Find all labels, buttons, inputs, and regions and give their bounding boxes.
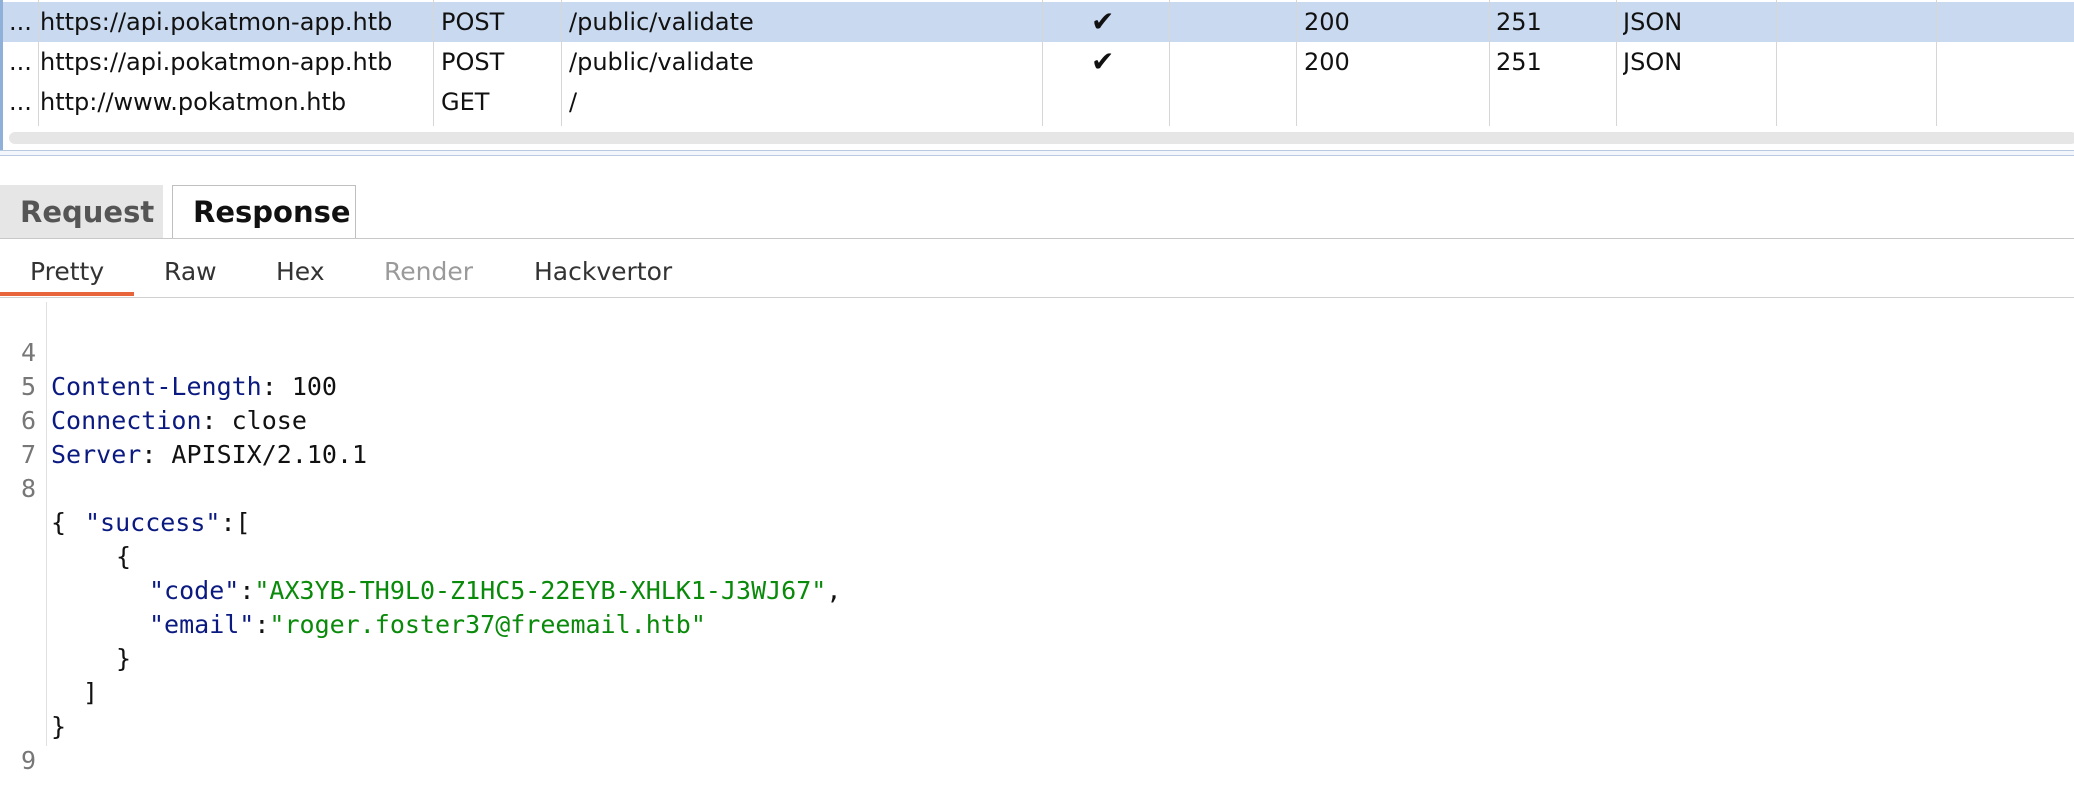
code-line: "success":[ (0, 472, 251, 537)
json-brace: { (116, 542, 132, 571)
column-divider (1776, 0, 1777, 126)
json-punctuation: , (826, 576, 842, 605)
column-divider (1489, 0, 1490, 126)
json-brace: } (116, 644, 132, 673)
host-cell: https://api.pokatmon-app.htb (40, 8, 393, 36)
split-pane-divider[interactable] (0, 150, 2074, 156)
host-cell: http://www.pokatmon.htb (40, 88, 347, 116)
json-string: "AX3YB-TH9L0-Z1HC5-22EYB-XHLK1-J3WJ67" (254, 576, 827, 605)
mime-cell: JSON (1623, 8, 1683, 36)
column-divider (1296, 0, 1297, 126)
params-check-icon (1091, 82, 1131, 122)
column-divider (561, 0, 562, 126)
header-name: Connection (51, 406, 202, 435)
header-name: Server (51, 440, 142, 469)
header-name: Content-Length (51, 372, 262, 401)
json-key: "success" (85, 508, 221, 537)
code-line: 7 (0, 404, 60, 469)
mime-cell: JSON (1623, 48, 1683, 76)
json-punctuation: : (254, 610, 270, 639)
table-row[interactable]: ... https://api.pokatmon-app.htb POST /p… (3, 2, 2074, 42)
code-line: 4 Content-Length: 100 (0, 302, 337, 401)
json-bracket: ] (83, 678, 99, 707)
line-number: 9 (20, 746, 36, 775)
json-punctuation: : (239, 576, 255, 605)
code-line: } (0, 608, 131, 673)
params-check-icon: ✔ (1091, 5, 1115, 38)
subtab-render[interactable]: Render (384, 250, 473, 294)
url-cell: /public/validate (569, 48, 754, 76)
subtab-hex[interactable]: Hex (276, 250, 325, 294)
column-divider (38, 0, 39, 126)
code-line: ] (0, 642, 98, 707)
code-line: 5 Connection: close (0, 336, 307, 435)
tab-request[interactable]: Request (0, 185, 163, 239)
json-string: "roger.foster37@freemail.htb" (269, 610, 706, 639)
status-cell: 200 (1304, 8, 1350, 36)
json-punctuation: :[ (220, 508, 251, 537)
header-value: close (231, 406, 307, 435)
header-separator: : (141, 440, 172, 469)
url-cell: / (569, 88, 578, 116)
code-line: 9 (0, 710, 60, 775)
active-subtab-indicator (0, 292, 134, 296)
subtab-pretty[interactable]: Pretty (30, 250, 104, 294)
response-editor[interactable]: 4 Content-Length: 100 5 Connection: clos… (0, 302, 2074, 775)
code-line: } (0, 676, 66, 741)
length-cell (1496, 82, 1596, 122)
code-line: 6 Server: APISIX/2.10.1 (0, 370, 367, 469)
method-cell: POST (441, 48, 505, 76)
method-cell: POST (441, 8, 505, 36)
params-check-icon: ✔ (1091, 45, 1115, 78)
tabs-baseline (0, 238, 2074, 239)
horizontal-scrollbar[interactable] (9, 132, 2074, 144)
header-value: APISIX/2.10.1 (171, 440, 368, 469)
method-cell: GET (441, 88, 490, 116)
header-separator: : (261, 372, 292, 401)
header-separator: : (201, 406, 232, 435)
status-cell: 200 (1304, 48, 1350, 76)
row-number-cell: ... (9, 88, 32, 116)
url-cell: /public/validate (569, 8, 754, 36)
response-view-tabs: Pretty Raw Hex Render Hackvertor (0, 250, 2074, 298)
json-key: "code" (149, 576, 240, 605)
json-key: "email" (149, 610, 255, 639)
http-history-table: ... https://api.pokatmon-app.htb POST /p… (0, 0, 2074, 152)
subtab-hackvertor[interactable]: Hackvertor (534, 250, 672, 294)
tab-response[interactable]: Response (172, 185, 356, 239)
code-line: "code":"AX3YB-TH9L0-Z1HC5-22EYB-XHLK1-J3… (0, 540, 841, 605)
row-number-cell: ... (9, 48, 32, 76)
column-divider (433, 0, 434, 126)
subtabs-baseline (0, 297, 2074, 298)
code-line: 8 { (0, 438, 66, 537)
column-divider (1169, 0, 1170, 126)
host-cell: https://api.pokatmon-app.htb (40, 48, 393, 76)
column-divider (1616, 0, 1617, 126)
row-number-cell: ... (9, 8, 32, 36)
length-cell: 251 (1496, 8, 1542, 36)
mime-cell (1623, 82, 1763, 122)
code-line: "email":"roger.foster37@freemail.htb" (0, 574, 706, 639)
length-cell: 251 (1496, 48, 1542, 76)
table-row[interactable]: ... http://www.pokatmon.htb GET / (3, 82, 2074, 122)
code-line: { (0, 506, 131, 571)
status-cell (1304, 82, 1404, 122)
table-row[interactable]: ... https://api.pokatmon-app.htb POST /p… (3, 42, 2074, 82)
header-value: 100 (291, 372, 337, 401)
column-divider (1042, 0, 1043, 126)
column-divider (1936, 0, 1937, 126)
subtab-raw[interactable]: Raw (164, 250, 217, 294)
